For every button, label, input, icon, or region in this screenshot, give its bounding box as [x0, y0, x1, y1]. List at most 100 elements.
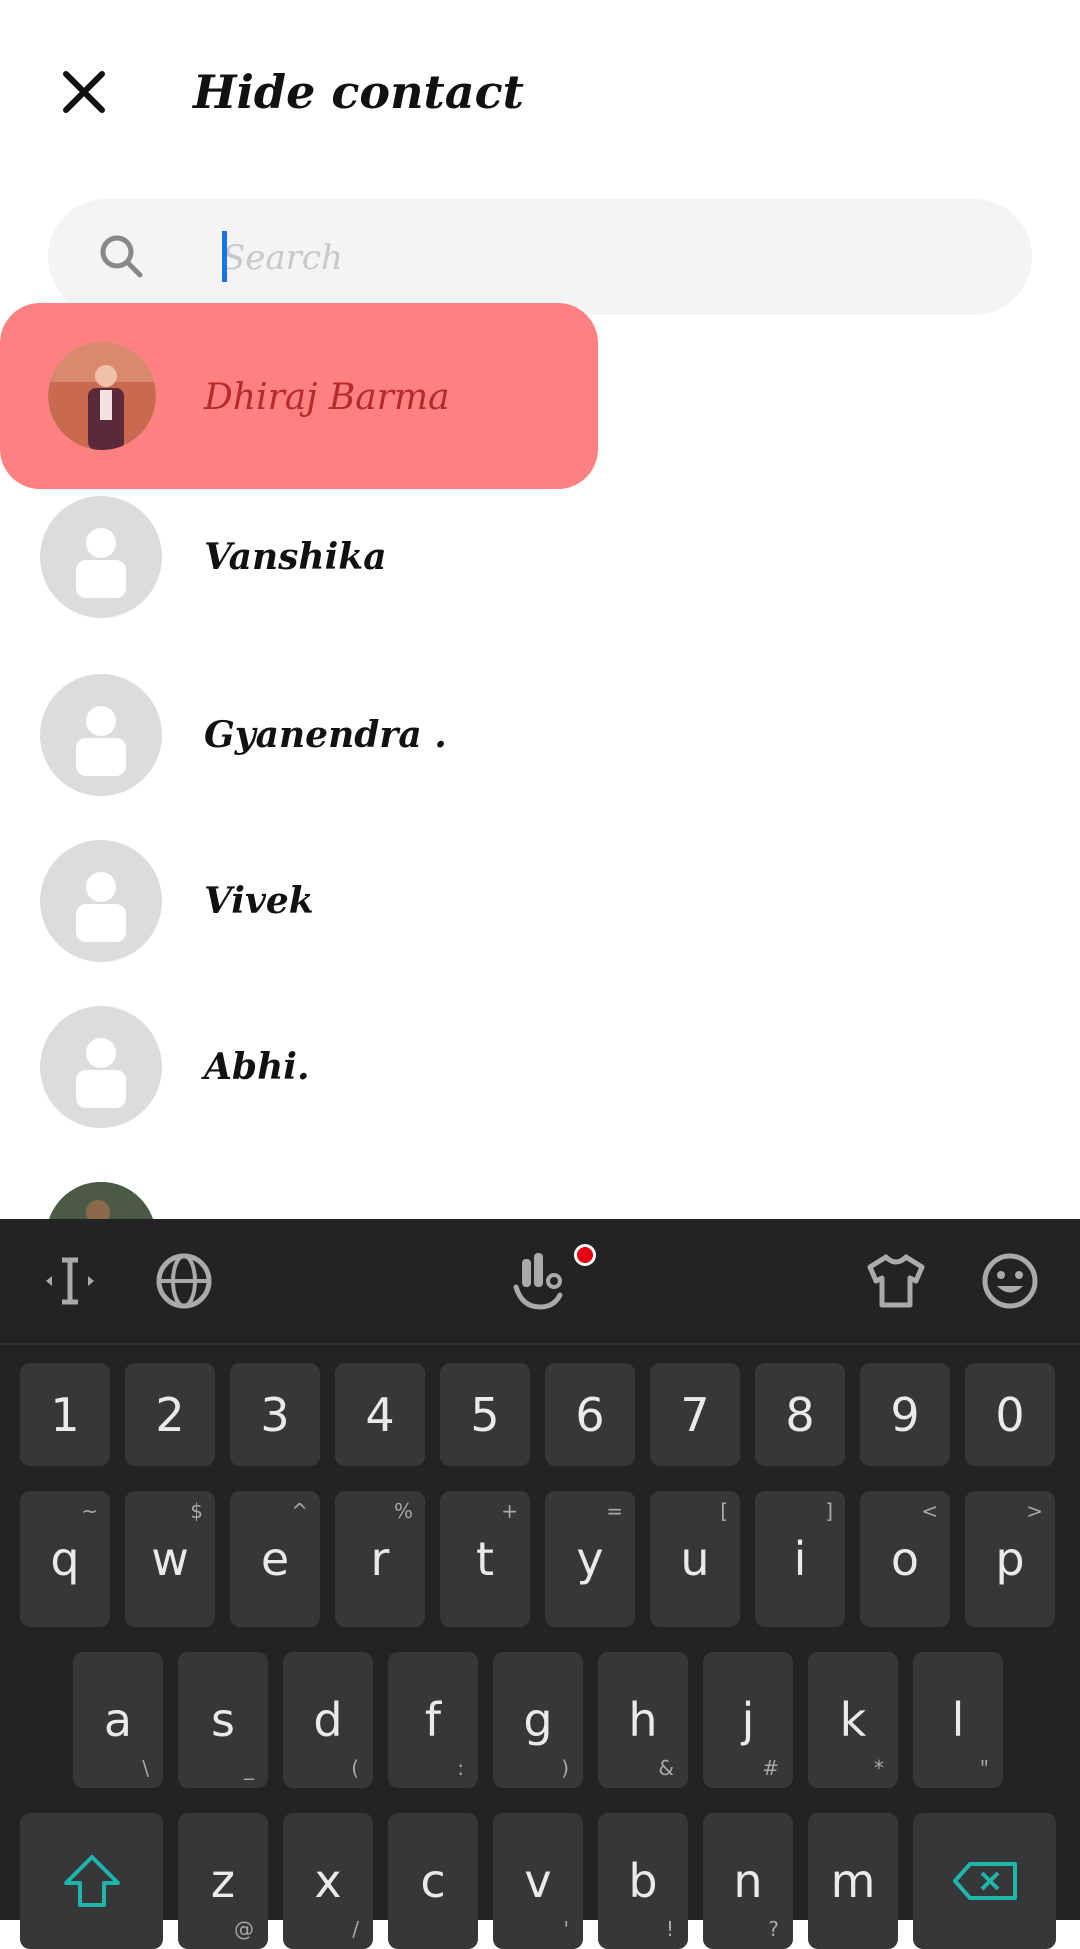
- key-q[interactable]: q ~: [20, 1491, 110, 1627]
- key-7[interactable]: 7: [650, 1363, 740, 1466]
- key-w[interactable]: w $: [125, 1491, 215, 1627]
- key-0[interactable]: 0: [965, 1363, 1055, 1466]
- key-z[interactable]: z @: [178, 1813, 268, 1949]
- key-i[interactable]: i]: [755, 1491, 845, 1627]
- key-r[interactable]: r%: [335, 1491, 425, 1627]
- key-y[interactable]: y =: [545, 1491, 635, 1627]
- key-b[interactable]: b!: [598, 1813, 688, 1949]
- close-button[interactable]: [52, 60, 116, 124]
- keyboard-toolbar: [0, 1219, 1080, 1345]
- search-input[interactable]: [176, 227, 1024, 289]
- theme-button[interactable]: [864, 1249, 928, 1313]
- key-t[interactable]: t +: [440, 1491, 530, 1627]
- key-secondary: *: [874, 1756, 884, 1780]
- key-secondary: ?: [768, 1917, 779, 1941]
- key-d[interactable]: d(: [283, 1652, 373, 1788]
- key-label: 5: [470, 1387, 500, 1442]
- key-9[interactable]: 9: [860, 1363, 950, 1466]
- key-label: d: [313, 1693, 343, 1747]
- text-cursor-icon: [46, 1257, 94, 1305]
- text-cursor: [222, 231, 227, 282]
- key-label: e: [260, 1532, 290, 1586]
- key-secondary: $: [190, 1499, 203, 1523]
- search-icon: [100, 235, 143, 278]
- key-secondary: ~: [81, 1499, 98, 1523]
- key-8[interactable]: 8: [755, 1363, 845, 1466]
- cursor-control-button[interactable]: [38, 1249, 102, 1313]
- key-label: 2: [155, 1387, 185, 1442]
- key-3[interactable]: 3: [230, 1363, 320, 1466]
- avatar-placeholder: [40, 1006, 162, 1128]
- key-e[interactable]: e ^: [230, 1491, 320, 1627]
- key-c[interactable]: c: [388, 1813, 478, 1949]
- contact-name: Vivek: [204, 880, 314, 922]
- globe-icon: [156, 1253, 212, 1309]
- key-h[interactable]: h &: [598, 1652, 688, 1788]
- contact-photo: [48, 342, 156, 450]
- language-button[interactable]: [152, 1249, 216, 1313]
- contact-row[interactable]: Dhiraj Barma: [0, 323, 1080, 473]
- key-secondary: \: [142, 1756, 149, 1780]
- emoji-icon: [982, 1253, 1038, 1309]
- key-secondary: :: [457, 1756, 464, 1780]
- key-2[interactable]: 2: [125, 1363, 215, 1466]
- key-label: 3: [260, 1387, 290, 1442]
- key-secondary: (: [351, 1756, 359, 1780]
- contact-row[interactable]: Vanshika: [0, 484, 1080, 634]
- key-secondary: #: [762, 1756, 779, 1780]
- key-label: b: [628, 1854, 658, 1908]
- key-secondary: <: [921, 1499, 938, 1523]
- page-title: Hide contact: [193, 65, 524, 119]
- key-l[interactable]: l ": [913, 1652, 1003, 1788]
- backspace-key[interactable]: [913, 1813, 1056, 1949]
- key-s[interactable]: s _: [178, 1652, 268, 1788]
- key-5[interactable]: 5: [440, 1363, 530, 1466]
- key-4[interactable]: 4: [335, 1363, 425, 1466]
- key-label: k: [839, 1693, 867, 1747]
- key-label: z: [210, 1854, 236, 1908]
- backspace-icon: [952, 1862, 1017, 1900]
- key-secondary: =: [606, 1499, 623, 1523]
- gesture-button[interactable]: [508, 1249, 572, 1313]
- key-secondary: !: [665, 1917, 674, 1941]
- key-6[interactable]: 6: [545, 1363, 635, 1466]
- key-x[interactable]: x /: [283, 1813, 373, 1949]
- emoji-button[interactable]: [978, 1249, 1042, 1313]
- key-label: l: [951, 1693, 965, 1747]
- search-bar[interactable]: [48, 199, 1032, 315]
- key-secondary: _: [244, 1756, 254, 1780]
- contact-row[interactable]: Abhi.: [0, 994, 1080, 1144]
- key-label: g: [523, 1693, 553, 1747]
- key-secondary: ^: [291, 1499, 308, 1523]
- contact-row[interactable]: Gyanendra .: [0, 662, 1080, 812]
- key-v[interactable]: v ': [493, 1813, 583, 1949]
- key-secondary: @: [234, 1917, 254, 1941]
- shift-key[interactable]: [20, 1813, 163, 1949]
- soft-keyboard: 1 2 3 4 5 6 7 8 9 0 q ~ w $ e ^ r% t + y = u[…: [0, 1219, 1080, 1949]
- key-o[interactable]: o <: [860, 1491, 950, 1627]
- key-1[interactable]: 1: [20, 1363, 110, 1466]
- key-label: 1: [50, 1387, 80, 1442]
- contact-name: Dhiraj Barma: [204, 377, 450, 418]
- key-label: p: [995, 1532, 1025, 1586]
- person-icon: [76, 706, 126, 776]
- person-icon: [76, 1038, 126, 1108]
- key-label: 7: [680, 1387, 710, 1442]
- contact-row[interactable]: Vivek: [0, 828, 1080, 978]
- key-f[interactable]: f:: [388, 1652, 478, 1788]
- key-p[interactable]: p >: [965, 1491, 1055, 1627]
- key-label: q: [50, 1532, 80, 1586]
- key-a[interactable]: a \: [73, 1652, 163, 1788]
- key-k[interactable]: k *: [808, 1652, 898, 1788]
- key-u[interactable]: u[: [650, 1491, 740, 1627]
- key-g[interactable]: g): [493, 1652, 583, 1788]
- person-icon: [76, 528, 126, 598]
- gesture-hand-icon: [513, 1253, 563, 1310]
- key-j[interactable]: j #: [703, 1652, 793, 1788]
- shift-arrow-icon: [63, 1855, 120, 1907]
- key-label: n: [733, 1854, 763, 1908]
- key-secondary: ]: [825, 1499, 833, 1523]
- key-label: a: [103, 1693, 133, 1747]
- key-n[interactable]: n?: [703, 1813, 793, 1949]
- key-m[interactable]: m: [808, 1813, 898, 1949]
